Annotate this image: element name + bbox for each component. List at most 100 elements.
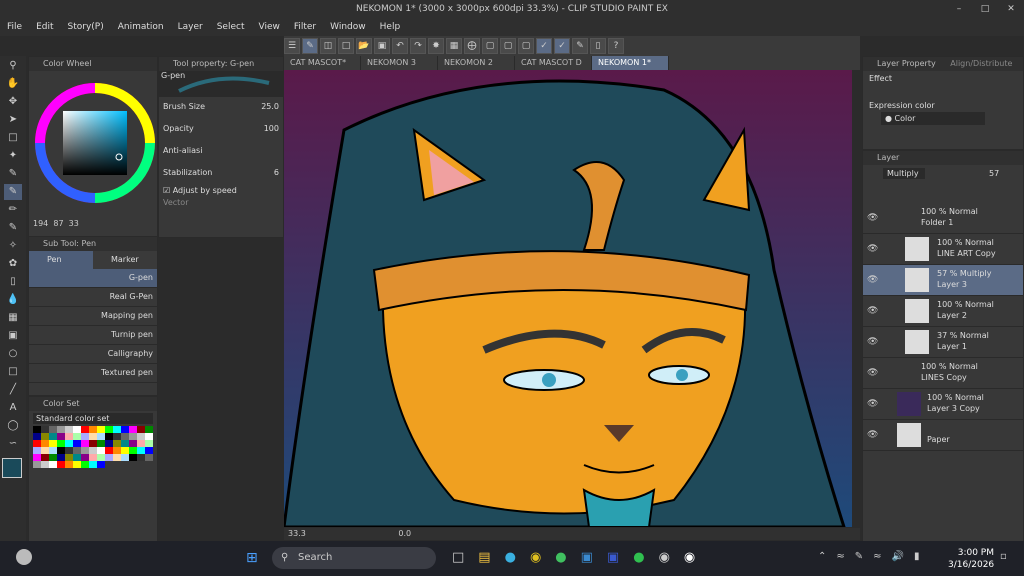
tab-pen[interactable]: Pen — [29, 251, 93, 269]
color-swatch[interactable] — [97, 454, 105, 461]
color-swatch[interactable] — [121, 454, 129, 461]
color-swatch[interactable] — [81, 454, 89, 461]
color-swatch[interactable] — [121, 433, 129, 440]
color-swatch[interactable] — [65, 447, 73, 454]
color-swatch[interactable] — [57, 461, 65, 468]
color-swatch[interactable] — [105, 447, 113, 454]
restore-icon[interactable]: □ — [972, 0, 998, 18]
align-distribute-tab[interactable]: Align/Distribute — [950, 59, 1012, 68]
battery-icon[interactable]: ▮ — [914, 551, 920, 562]
auto-select-icon[interactable]: ✦ — [4, 148, 22, 164]
menu-help[interactable]: Help — [373, 22, 408, 32]
color-swatch[interactable] — [81, 426, 89, 433]
tab-nekomon-2[interactable]: NEKOMON 2 — [438, 56, 515, 70]
layer-row[interactable]: 👁 37 % Normal Layer 1 — [863, 327, 1023, 358]
color-swatch[interactable] — [57, 447, 65, 454]
color-swatch[interactable] — [65, 454, 73, 461]
color-swatch[interactable] — [65, 433, 73, 440]
color-swatch[interactable] — [33, 433, 41, 440]
decoration-icon[interactable]: ✿ — [4, 256, 22, 272]
edge-icon[interactable]: ● — [505, 550, 516, 565]
color-swatch[interactable] — [65, 426, 73, 433]
color-swatch[interactable] — [33, 454, 41, 461]
clip-studio-icon[interactable]: ◉ — [659, 550, 670, 565]
color-swatch[interactable] — [81, 447, 89, 454]
color-swatch[interactable] — [49, 440, 57, 447]
invert-icon[interactable]: ▢ — [518, 38, 534, 54]
color-swatch[interactable] — [137, 447, 145, 454]
photoshop-icon[interactable]: ▣ — [581, 550, 593, 565]
color-swatch[interactable] — [97, 447, 105, 454]
color-swatch[interactable] — [113, 433, 121, 440]
color-swatch[interactable] — [145, 447, 153, 454]
color-swatch[interactable] — [137, 433, 145, 440]
weather-icon[interactable] — [16, 549, 32, 565]
menu-file[interactable]: File — [0, 22, 29, 32]
crop-icon[interactable]: ▢ — [500, 38, 516, 54]
color-swatch[interactable] — [105, 433, 113, 440]
color-swatch[interactable] — [97, 426, 105, 433]
color-swatch[interactable] — [41, 426, 49, 433]
opacity-row[interactable]: Opacity 100 — [163, 123, 279, 135]
zoom-tool-icon[interactable]: ⚲ — [4, 58, 22, 74]
pen-icon[interactable]: ✎ — [855, 551, 863, 562]
layer-row[interactable]: 👁 100 % Normal LINE ART Copy — [863, 234, 1023, 265]
color-swatch[interactable] — [49, 433, 57, 440]
color-swatch[interactable] — [137, 426, 145, 433]
color-swatch[interactable] — [89, 447, 97, 454]
layer-row[interactable]: 👁 100 % Normal Folder 1 — [863, 203, 1023, 234]
color-swatch[interactable] — [145, 426, 153, 433]
brush-item[interactable]: Textured pen — [29, 364, 157, 383]
layer-property-tab[interactable]: Layer Property — [877, 59, 936, 68]
color-swatch[interactable] — [113, 447, 121, 454]
color-swatch[interactable] — [57, 426, 65, 433]
color-swatch[interactable] — [121, 440, 129, 447]
color-swatch[interactable] — [105, 426, 113, 433]
color-swatch[interactable] — [41, 433, 49, 440]
menu-layer[interactable]: Layer — [171, 22, 210, 32]
color-swatch[interactable] — [33, 440, 41, 447]
pen-tool-icon[interactable]: ✎ — [4, 184, 22, 200]
color-swatch[interactable] — [89, 426, 97, 433]
snap-grid-icon[interactable]: ✎ — [572, 38, 588, 54]
swatch-grid[interactable] — [33, 426, 153, 468]
file-explorer-icon[interactable]: ▤ — [478, 550, 490, 565]
selection-tool-icon[interactable]: □ — [4, 130, 22, 146]
color-swatch[interactable] — [145, 440, 153, 447]
color-swatch[interactable] — [121, 447, 129, 454]
color-swatch[interactable] — [73, 447, 81, 454]
color-swatch[interactable] — [97, 433, 105, 440]
stabilization-row[interactable]: Stabilization 6 — [163, 167, 279, 179]
snap-ruler-icon[interactable]: ✓ — [536, 38, 552, 54]
color-swatch[interactable] — [73, 454, 81, 461]
fill-icon[interactable]: ▦ — [446, 38, 462, 54]
color-swatch[interactable] — [121, 426, 129, 433]
color-swatch[interactable] — [73, 440, 81, 447]
color-swatch[interactable] — [73, 426, 81, 433]
transform-icon[interactable]: ⨁ — [464, 38, 480, 54]
notification-icon[interactable]: ▫ — [1000, 551, 1007, 562]
volume-icon[interactable]: 🔊 — [892, 551, 904, 562]
color-swatch[interactable] — [81, 461, 89, 468]
brush-item[interactable]: G-pen — [29, 269, 157, 288]
color-swatch[interactable] — [57, 454, 65, 461]
color-swatch[interactable] — [113, 440, 121, 447]
color-swatch[interactable] — [73, 433, 81, 440]
minimize-icon[interactable]: – — [946, 0, 972, 18]
brush-item[interactable]: Turnip pen — [29, 326, 157, 345]
start-icon[interactable]: ⊞ — [246, 550, 258, 566]
hand-tool-icon[interactable]: ✋ — [4, 76, 22, 92]
color-swatch[interactable] — [49, 447, 57, 454]
color-swatch[interactable] — [129, 440, 137, 447]
expression-select[interactable]: ● Color — [881, 112, 985, 125]
eye-icon[interactable]: 👁 — [867, 368, 878, 378]
color-swatch[interactable] — [137, 440, 145, 447]
artwork-canvas[interactable] — [284, 70, 852, 527]
redo-icon[interactable]: ↷ — [410, 38, 426, 54]
brush-item[interactable]: Calligraphy — [29, 345, 157, 364]
color-swatch[interactable] — [57, 433, 65, 440]
canvas-area[interactable] — [284, 70, 852, 527]
tab-cat-mascot-d[interactable]: CAT MASCOT D — [515, 56, 592, 70]
color-swatch[interactable] — [105, 454, 113, 461]
opacity-value[interactable]: 100 — [264, 123, 279, 135]
